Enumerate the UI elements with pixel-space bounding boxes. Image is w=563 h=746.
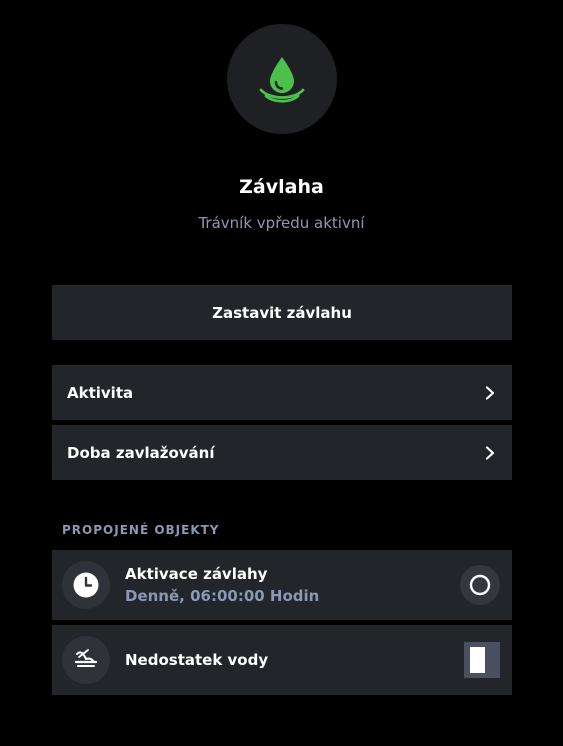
status-subtitle: Trávník vpředu aktivní — [198, 214, 365, 232]
chevron-right-icon — [485, 385, 495, 400]
clock-icon-wrap — [62, 561, 110, 609]
linked-item-water-shortage[interactable]: Nedostatek vody — [52, 625, 512, 695]
menu-item-activity[interactable]: Aktivita — [52, 365, 512, 420]
radio-icon — [469, 574, 491, 596]
chevron-right-icon — [485, 445, 495, 460]
menu-item-watering-duration[interactable]: Doba zavlažování — [52, 425, 512, 480]
linked-item-name: Aktivace závlahy — [125, 565, 268, 583]
linked-item-irrigation-activation[interactable]: Aktivace závlahy Denně, 06:00:00 Hodin — [52, 550, 512, 620]
irrigation-hero-icon — [227, 24, 337, 134]
water-drop-icon — [259, 57, 305, 103]
water-shortage-icon-wrap — [62, 636, 110, 684]
toggle-knob — [470, 647, 485, 673]
page-title: Závlaha — [239, 176, 324, 198]
radio-button[interactable] — [460, 565, 500, 605]
menu-item-label: Aktivita — [67, 383, 134, 402]
linked-item-name: Nedostatek vody — [125, 651, 269, 669]
linked-item-detail: Denně, 06:00:00 Hodin — [125, 587, 320, 605]
water-shortage-toggle[interactable] — [464, 642, 500, 678]
stop-irrigation-label: Zastavit závlahu — [212, 303, 352, 322]
water-shortage-icon — [74, 649, 98, 667]
linked-objects-heading: PROPOJENÉ OBJEKTY — [62, 523, 220, 537]
clock-icon — [73, 572, 99, 598]
stop-irrigation-button[interactable]: Zastavit závlahu — [52, 285, 512, 340]
menu-item-label: Doba zavlažování — [67, 443, 215, 462]
